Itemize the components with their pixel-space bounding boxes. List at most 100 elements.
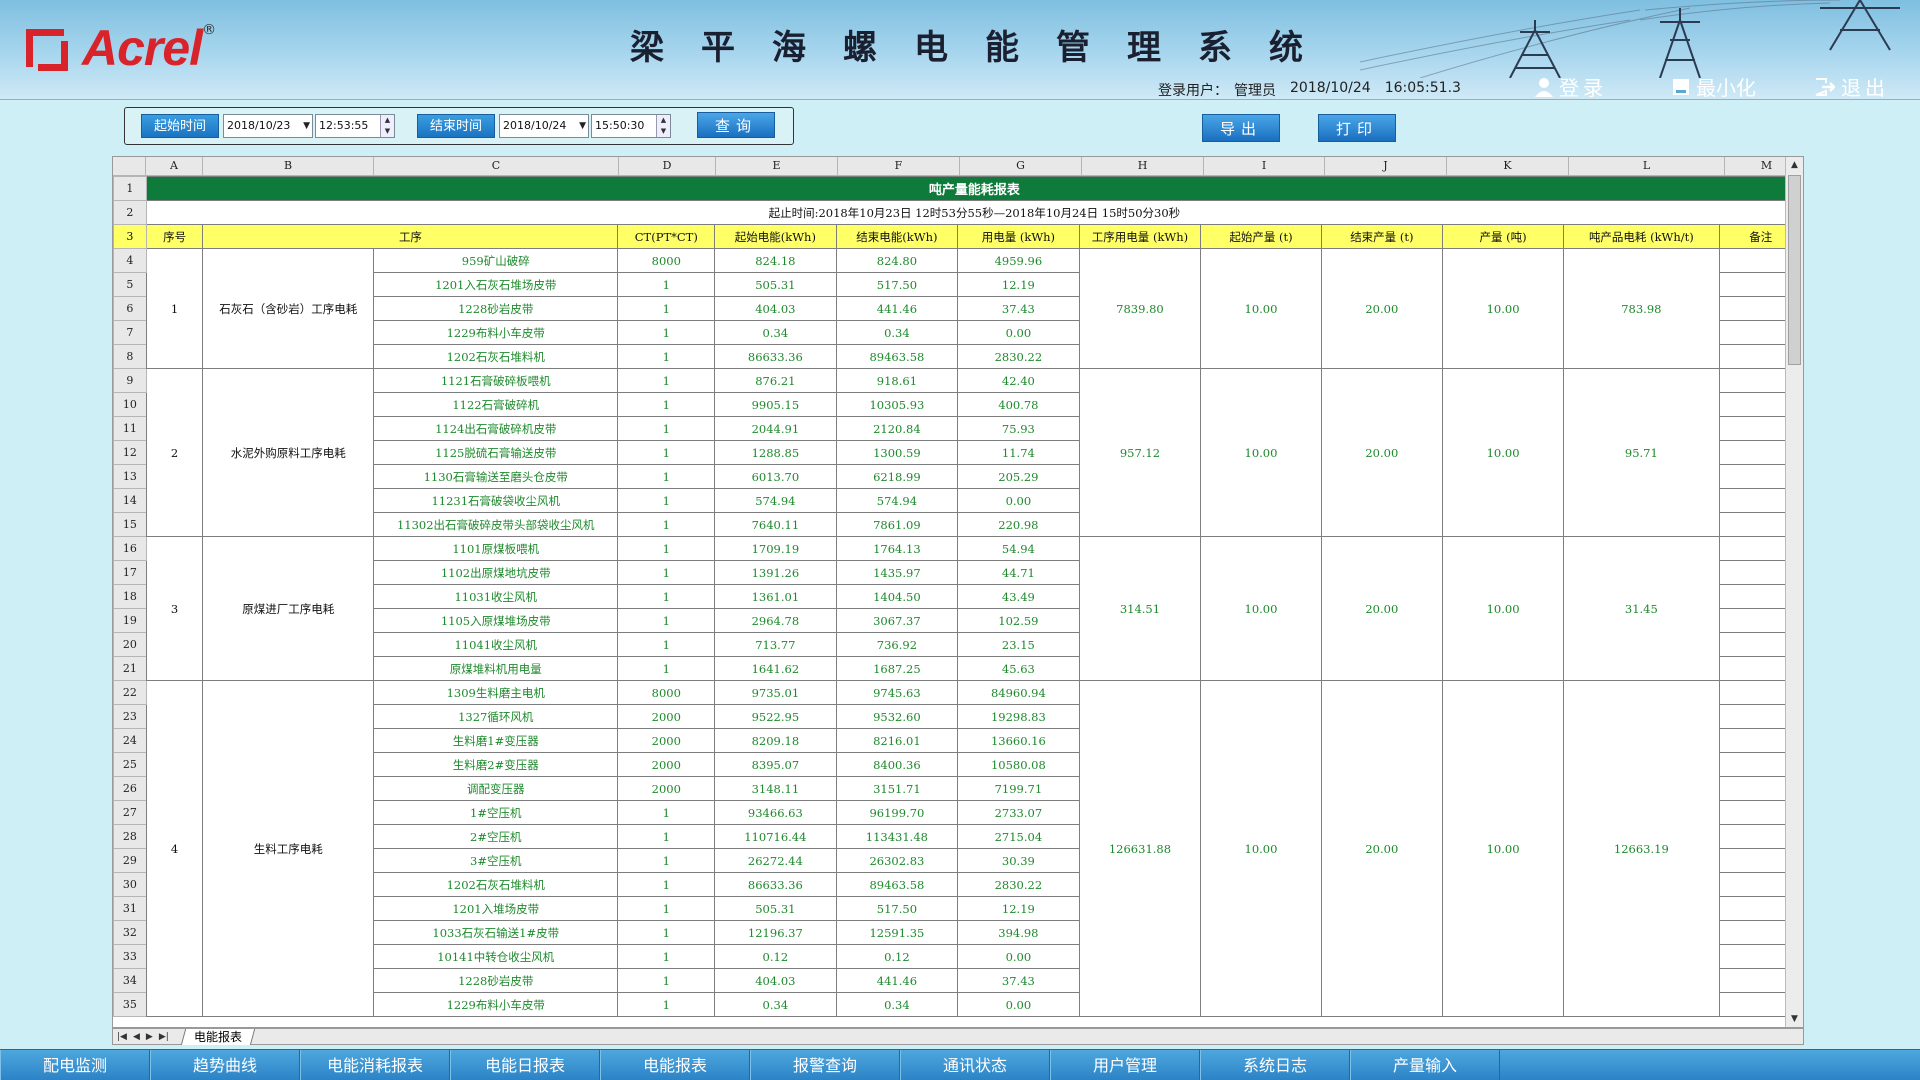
- device-name[interactable]: 11302出石膏破碎皮带头部袋收尘风机: [373, 512, 619, 537]
- value-cell[interactable]: 1: [617, 512, 716, 537]
- value-cell[interactable]: 9735.01: [714, 680, 837, 705]
- nav-item[interactable]: 通讯状态: [900, 1050, 1050, 1080]
- value-cell[interactable]: 8000: [617, 248, 716, 273]
- value-cell[interactable]: 1: [617, 584, 716, 609]
- value-cell[interactable]: 1: [617, 920, 716, 945]
- value-cell[interactable]: 1: [617, 896, 716, 921]
- report-header-cell[interactable]: 工序: [202, 224, 619, 249]
- value-cell[interactable]: 1: [617, 488, 716, 513]
- value-cell[interactable]: 8000: [617, 680, 716, 705]
- device-name[interactable]: 1228砂岩皮带: [373, 968, 619, 993]
- row-header[interactable]: 25: [113, 752, 147, 777]
- value-cell[interactable]: 1641.62: [714, 656, 837, 681]
- output-tons[interactable]: 10.00: [1441, 248, 1565, 369]
- value-cell[interactable]: 0.12: [835, 944, 959, 969]
- group-name[interactable]: 石灰石（含砂岩）工序电耗: [202, 248, 375, 369]
- device-name[interactable]: 1130石膏输送至磨头仓皮带: [373, 464, 619, 489]
- row-header[interactable]: 33: [113, 944, 147, 969]
- device-name[interactable]: 生料磨1#变压器: [373, 728, 619, 753]
- corner-cell[interactable]: [113, 157, 146, 176]
- value-cell[interactable]: 7199.71: [957, 776, 1080, 801]
- value-cell[interactable]: 93466.63: [714, 800, 837, 825]
- value-cell[interactable]: 12591.35: [835, 920, 959, 945]
- report-header-cell[interactable]: 工序用电量 (kWh): [1078, 224, 1202, 249]
- column-header[interactable]: G: [960, 157, 1082, 176]
- nav-item[interactable]: 系统日志: [1200, 1050, 1350, 1080]
- row-header[interactable]: 16: [113, 536, 147, 561]
- group-name[interactable]: 水泥外购原料工序电耗: [202, 368, 375, 537]
- nav-item[interactable]: 配电监测: [0, 1050, 150, 1080]
- column-header[interactable]: K: [1447, 157, 1569, 176]
- value-cell[interactable]: 11.74: [957, 440, 1080, 465]
- value-cell[interactable]: 8209.18: [714, 728, 837, 753]
- process-kwh[interactable]: 7839.80: [1078, 248, 1202, 369]
- print-button[interactable]: 打印: [1318, 114, 1396, 142]
- value-cell[interactable]: 42.40: [957, 368, 1080, 393]
- value-cell[interactable]: 574.94: [835, 488, 959, 513]
- report-header-cell[interactable]: 结束电能(kWh): [835, 224, 959, 249]
- value-cell[interactable]: 7861.09: [835, 512, 959, 537]
- row-header[interactable]: 27: [113, 800, 147, 825]
- report-time-range[interactable]: 起止时间:2018年10月23日 12时53分55秒—2018年10月24日 1…: [145, 200, 1803, 225]
- end-output[interactable]: 20.00: [1320, 680, 1443, 1017]
- device-name[interactable]: 1033石灰石输送1#皮带: [373, 920, 619, 945]
- device-name[interactable]: 1125脱硫石膏输送皮带: [373, 440, 619, 465]
- row-header[interactable]: 24: [113, 728, 147, 753]
- value-cell[interactable]: 1687.25: [835, 656, 959, 681]
- value-cell[interactable]: 1391.26: [714, 560, 837, 585]
- value-cell[interactable]: 1: [617, 872, 716, 897]
- device-name[interactable]: 1201入堆场皮带: [373, 896, 619, 921]
- value-cell[interactable]: 0.00: [957, 944, 1080, 969]
- value-cell[interactable]: 400.78: [957, 392, 1080, 417]
- value-cell[interactable]: 1: [617, 656, 716, 681]
- value-cell[interactable]: 713.77: [714, 632, 837, 657]
- start-output[interactable]: 10.00: [1200, 248, 1322, 369]
- column-header[interactable]: I: [1204, 157, 1325, 176]
- exit-button[interactable]: 退出: [1815, 72, 1889, 101]
- value-cell[interactable]: 86633.36: [714, 872, 837, 897]
- group-name[interactable]: 原煤进厂工序电耗: [202, 536, 375, 681]
- chevron-down-icon[interactable]: ▼: [579, 115, 586, 137]
- value-cell[interactable]: 1: [617, 536, 716, 561]
- value-cell[interactable]: 84960.94: [957, 680, 1080, 705]
- value-cell[interactable]: 441.46: [835, 968, 959, 993]
- value-cell[interactable]: 1709.19: [714, 536, 837, 561]
- end-time-spinner[interactable]: ▲ ▼: [656, 115, 670, 137]
- value-cell[interactable]: 394.98: [957, 920, 1080, 945]
- start-output[interactable]: 10.00: [1200, 536, 1322, 681]
- value-cell[interactable]: 8395.07: [714, 752, 837, 777]
- column-header[interactable]: B: [203, 157, 374, 176]
- value-cell[interactable]: 6218.99: [835, 464, 959, 489]
- value-cell[interactable]: 1: [617, 464, 716, 489]
- device-name[interactable]: 1229布料小车皮带: [373, 992, 619, 1017]
- value-cell[interactable]: 89463.58: [835, 344, 959, 369]
- row-header[interactable]: 19: [113, 608, 147, 633]
- sheet-tab-power-report[interactable]: 电能报表: [180, 1028, 256, 1045]
- value-cell[interactable]: 441.46: [835, 296, 959, 321]
- value-cell[interactable]: 918.61: [835, 368, 959, 393]
- value-cell[interactable]: 3067.37: [835, 608, 959, 633]
- value-cell[interactable]: 2715.04: [957, 824, 1080, 849]
- value-cell[interactable]: 517.50: [835, 272, 959, 297]
- value-cell[interactable]: 0.34: [835, 992, 959, 1017]
- value-cell[interactable]: 12.19: [957, 896, 1080, 921]
- start-output[interactable]: 10.00: [1200, 368, 1322, 537]
- output-tons[interactable]: 10.00: [1441, 368, 1565, 537]
- process-kwh[interactable]: 957.12: [1078, 368, 1202, 537]
- value-cell[interactable]: 86633.36: [714, 344, 837, 369]
- value-cell[interactable]: 9532.60: [835, 704, 959, 729]
- value-cell[interactable]: 110716.44: [714, 824, 837, 849]
- value-cell[interactable]: 2000: [617, 776, 716, 801]
- value-cell[interactable]: 8216.01: [835, 728, 959, 753]
- row-header[interactable]: 29: [113, 848, 147, 873]
- device-name[interactable]: 11041收尘风机: [373, 632, 619, 657]
- row-header[interactable]: 34: [113, 968, 147, 993]
- nav-item[interactable]: 电能消耗报表: [300, 1050, 450, 1080]
- value-cell[interactable]: 824.80: [835, 248, 959, 273]
- value-cell[interactable]: 10305.93: [835, 392, 959, 417]
- value-cell[interactable]: 1288.85: [714, 440, 837, 465]
- value-cell[interactable]: 1: [617, 296, 716, 321]
- value-cell[interactable]: 0.34: [714, 320, 837, 345]
- value-cell[interactable]: 205.29: [957, 464, 1080, 489]
- row-header[interactable]: 4: [113, 248, 147, 273]
